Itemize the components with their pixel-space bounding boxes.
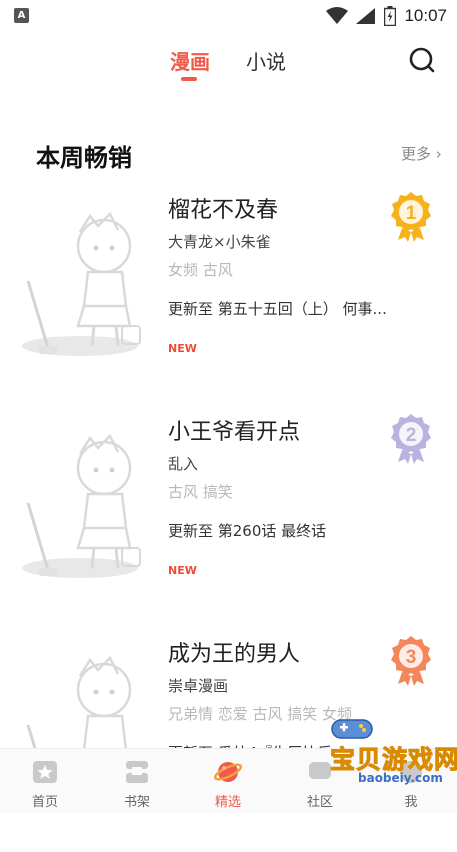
wifi-icon	[326, 7, 349, 24]
battery-icon	[384, 6, 397, 26]
comic-author: 大青龙×小朱雀	[168, 233, 271, 251]
comic-cover-placeholder	[22, 433, 141, 578]
comic-update: 更新至 第260话 最终话	[168, 522, 327, 540]
comic-card-2[interactable]: 小王爷看开点 乱入 古风 搞笑 更新至 第260话 最终话 NEW 2	[0, 408, 457, 630]
nav-shelf-label: 书架	[123, 795, 150, 810]
comic-title[interactable]: 小王爷看开点	[168, 414, 300, 446]
nav-community-label: 社区	[306, 795, 333, 810]
home-star-icon	[33, 761, 57, 783]
comic-author: 乱入	[168, 455, 199, 473]
nav-shelf[interactable]: 书架	[102, 749, 172, 813]
nav-featured-label: 精选	[214, 795, 241, 810]
nav-featured[interactable]: 精选	[193, 749, 263, 813]
comic-update: 更新至 第五十五回（上） 何事...	[168, 300, 387, 318]
comic-tags: 女频 古风	[168, 261, 233, 279]
status-icons: 10:07	[326, 4, 447, 28]
status-time: 10:07	[404, 6, 447, 25]
search-icon[interactable]	[408, 46, 436, 74]
comic-tags: 古风 搞笑	[168, 483, 233, 501]
comic-title[interactable]: 榴花不及春	[168, 192, 278, 224]
comic-card-1[interactable]: 榴花不及春 大青龙×小朱雀 女频 古风 更新至 第五十五回（上） 何事... N…	[0, 186, 457, 408]
nav-home[interactable]: 首页	[10, 749, 80, 813]
svg-text:1: 1	[406, 203, 417, 224]
section-title: 本周畅销	[36, 144, 132, 172]
active-tab-indicator	[181, 77, 197, 81]
new-badge: NEW	[168, 342, 197, 355]
svg-text:3: 3	[406, 647, 417, 668]
nav-me-label: 我	[404, 795, 418, 810]
rank-medal-icon: 2	[391, 414, 431, 464]
comic-cover-placeholder	[22, 211, 141, 356]
more-link[interactable]: 更多 ›	[401, 143, 442, 164]
comic-author: 崇卓漫画	[168, 677, 229, 695]
app-notification-icon: A	[14, 8, 29, 23]
nav-home-label: 首页	[31, 795, 58, 810]
rank-medal-icon: 1	[391, 192, 431, 242]
planet-icon	[213, 762, 243, 782]
tab-comic[interactable]: 漫画	[170, 46, 210, 75]
bookshelf-icon	[126, 761, 148, 783]
watermark: 宝贝游戏网 baobeiy.com	[329, 716, 457, 788]
comic-tags: 兄弟情 恋爱 古风 搞笑 女频	[168, 705, 353, 723]
signal-icon	[356, 8, 376, 24]
new-badge: NEW	[168, 564, 197, 577]
comic-title[interactable]: 成为王的男人	[168, 636, 300, 668]
tab-novel[interactable]: 小说	[246, 46, 286, 75]
rank-medal-icon: 3	[391, 636, 431, 686]
status-bar: A 10:07	[0, 0, 457, 32]
svg-text:2: 2	[406, 425, 417, 446]
gamepad-icon	[331, 719, 373, 739]
watermark-url: baobeiy.com	[358, 771, 443, 785]
top-tab-bar: 漫画 小说	[0, 40, 457, 90]
